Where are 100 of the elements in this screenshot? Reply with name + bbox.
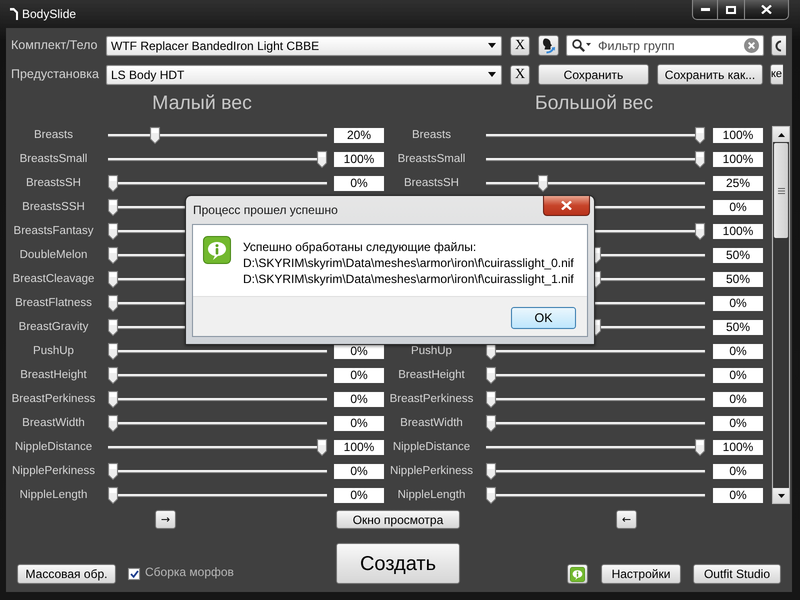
- value-field[interactable]: 0%: [334, 416, 384, 430]
- ok-button[interactable]: OK: [511, 307, 576, 329]
- slider-thumb[interactable]: [486, 414, 496, 432]
- combobox[interactable]: WTF Replacer BandedIron Light CBBE: [106, 36, 502, 56]
- save-button[interactable]: Сохранить: [538, 64, 649, 85]
- slider-thumb[interactable]: [108, 270, 118, 288]
- slider-thumb[interactable]: [486, 486, 496, 504]
- slider-thumb[interactable]: [108, 198, 118, 216]
- slider-thumb[interactable]: [108, 366, 118, 384]
- dropdown-arrow-icon: [488, 43, 496, 48]
- preview-button[interactable]: Окно просмотра: [336, 510, 460, 529]
- build-button[interactable]: Создать: [336, 543, 460, 584]
- value-field[interactable]: 100%: [713, 224, 763, 238]
- slider-thumb[interactable]: [695, 126, 705, 144]
- minimize-button[interactable]: [692, 0, 718, 20]
- slider-label: Breasts: [34, 129, 73, 142]
- value-field[interactable]: 20%: [334, 128, 384, 142]
- settings-button[interactable]: Настройки: [601, 564, 681, 584]
- slider-thumb[interactable]: [108, 318, 118, 336]
- slider-thumb[interactable]: [695, 222, 705, 240]
- arrow-button[interactable]: →: [155, 510, 176, 529]
- value-field[interactable]: 0%: [334, 392, 384, 406]
- value-field[interactable]: 0%: [713, 200, 763, 214]
- slider-thumb[interactable]: [108, 174, 118, 192]
- dialog-title: Процесс прошел успешно: [193, 203, 338, 219]
- value-field[interactable]: 0%: [713, 392, 763, 406]
- value-field[interactable]: 0%: [713, 344, 763, 358]
- slider-label: BreastWidth: [22, 417, 85, 430]
- slider-thumb[interactable]: [695, 150, 705, 168]
- value-field[interactable]: 0%: [713, 296, 763, 310]
- scroll-thumb[interactable]: [774, 143, 788, 238]
- slider-thumb[interactable]: [486, 390, 496, 408]
- slider-thumb[interactable]: [108, 462, 118, 480]
- maximize-button[interactable]: [718, 0, 745, 20]
- slider-label: NippleDistance: [392, 441, 470, 454]
- column-header: Большой вес: [534, 91, 654, 116]
- slider-label: BreastWidth: [400, 417, 463, 430]
- slider-thumb[interactable]: [150, 126, 160, 144]
- value-field[interactable]: 0%: [334, 488, 384, 502]
- value-field[interactable]: 0%: [334, 464, 384, 478]
- clear-button[interactable]: X: [510, 64, 530, 84]
- dropdown-arrow-icon: [488, 72, 496, 77]
- value-field[interactable]: 0%: [713, 464, 763, 478]
- search-field[interactable]: Фильтр групп: [566, 35, 764, 56]
- slider-thumb[interactable]: [108, 246, 118, 264]
- partial-button[interactable]: ке: [770, 64, 783, 85]
- close-button[interactable]: [543, 196, 590, 216]
- close-button[interactable]: [745, 0, 789, 20]
- figure-button[interactable]: [538, 35, 559, 56]
- slider-thumb[interactable]: [486, 366, 496, 384]
- batch-button[interactable]: Массовая обр.: [17, 564, 116, 584]
- combobox[interactable]: LS Body HDT: [106, 64, 502, 84]
- clear-icon: [744, 38, 759, 53]
- slider-thumb[interactable]: [108, 342, 118, 360]
- info-button[interactable]: [567, 564, 588, 584]
- slider-label: BreastHeight: [398, 369, 465, 382]
- slider-thumb[interactable]: [108, 222, 118, 240]
- value-field[interactable]: 100%: [713, 128, 763, 142]
- value-field[interactable]: 0%: [713, 368, 763, 382]
- checkbox[interactable]: [128, 568, 140, 580]
- slider-thumb[interactable]: [108, 486, 118, 504]
- value-field[interactable]: 0%: [713, 488, 763, 502]
- up-arrow-icon: [778, 132, 784, 136]
- slider-thumb[interactable]: [317, 150, 327, 168]
- slider-label: PushUp: [33, 345, 74, 358]
- value-field[interactable]: 0%: [334, 176, 384, 190]
- scroll-down-button[interactable]: [773, 488, 789, 503]
- value-field[interactable]: 50%: [713, 272, 763, 286]
- save-as-button[interactable]: Сохранить как...: [657, 64, 763, 85]
- clear-button[interactable]: X: [510, 36, 530, 56]
- maximize-icon: [726, 6, 736, 14]
- arrow-button[interactable]: ←: [616, 510, 637, 529]
- value-field[interactable]: 100%: [713, 152, 763, 166]
- value-field[interactable]: 100%: [713, 440, 763, 454]
- slider-thumb[interactable]: [108, 414, 118, 432]
- message-text: Успешно обработаны следующие файлы:: [243, 239, 478, 255]
- value-field[interactable]: 100%: [334, 152, 384, 166]
- slider-thumb[interactable]: [538, 174, 548, 192]
- value-field[interactable]: 100%: [334, 440, 384, 454]
- slider-thumb[interactable]: [695, 438, 705, 456]
- slider-label: BreastsSSH: [22, 201, 85, 214]
- slider-label: BreastPerkiness: [390, 393, 474, 406]
- partial-button[interactable]: [771, 35, 786, 56]
- slider-thumb[interactable]: [317, 438, 327, 456]
- field-label: Предустановка: [11, 66, 99, 84]
- value-field[interactable]: 50%: [713, 320, 763, 334]
- checkbox-label: Сборка морфов: [145, 564, 234, 581]
- value-field[interactable]: 0%: [334, 368, 384, 382]
- slider-thumb[interactable]: [108, 294, 118, 312]
- grip-icon: [778, 188, 784, 194]
- value-field[interactable]: 25%: [713, 176, 763, 190]
- slider-thumb[interactable]: [486, 462, 496, 480]
- file-path: D:\SKYRIM\skyrim\Data\meshes\armor\iron\f\cuirasslight_0.nif: [243, 255, 574, 271]
- outfit-studio-button[interactable]: Outfit Studio: [693, 564, 781, 584]
- scroll-up-button[interactable]: [773, 127, 789, 142]
- slider-label: DoubleMelon: [20, 249, 88, 262]
- value-field[interactable]: 0%: [713, 416, 763, 430]
- value-field[interactable]: 50%: [713, 248, 763, 262]
- slider-thumb[interactable]: [108, 390, 118, 408]
- field-label: Комплект/Тело: [11, 37, 98, 54]
